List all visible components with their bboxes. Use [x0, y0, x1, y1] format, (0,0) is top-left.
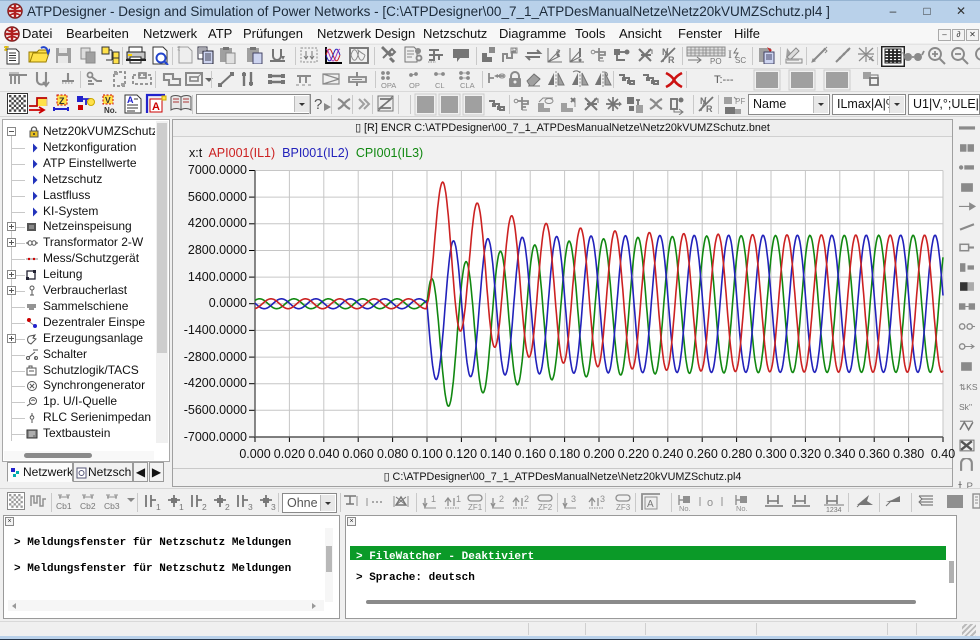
svg-text:R: R: [706, 104, 713, 113]
svg-text:OP: OP: [409, 81, 420, 90]
svg-text:1: 1: [456, 494, 461, 504]
svg-text:Z: Z: [59, 96, 65, 106]
svg-text:A: A: [127, 95, 134, 105]
svg-text:⇅KS: ⇅KS: [959, 382, 978, 392]
svg-text:V: V: [105, 95, 111, 105]
svg-text:1234: 1234: [826, 507, 842, 512]
svg-text:PQ: PQ: [710, 57, 722, 64]
svg-text:2: 2: [202, 502, 207, 512]
svg-text:Cb1: Cb1: [56, 501, 72, 511]
svg-text:Sk": Sk": [959, 402, 972, 412]
svg-text:PF: PF: [735, 97, 745, 106]
svg-text:I: I: [728, 47, 732, 61]
svg-text:No.: No.: [736, 504, 748, 512]
svg-text:ZF2: ZF2: [538, 503, 553, 512]
svg-text:A: A: [647, 499, 654, 510]
svg-text:2: 2: [499, 494, 504, 504]
svg-text:Cb3: Cb3: [104, 501, 120, 511]
svg-text:ZF1: ZF1: [468, 503, 483, 512]
svg-text:3: 3: [248, 502, 253, 512]
svg-text:2: 2: [524, 494, 529, 504]
svg-text:o: o: [707, 497, 713, 509]
svg-text:2: 2: [225, 502, 230, 512]
svg-text:CLA: CLA: [460, 81, 475, 90]
svg-text:CL: CL: [435, 81, 445, 90]
svg-text:No.: No.: [104, 106, 117, 115]
svg-text:1: 1: [179, 502, 184, 512]
svg-text:SC: SC: [735, 56, 746, 64]
svg-text:?: ?: [314, 96, 322, 113]
svg-text:3: 3: [271, 502, 276, 512]
svg-text:ZF3: ZF3: [616, 503, 631, 512]
svg-text:3: 3: [600, 494, 605, 504]
svg-text:R: R: [668, 55, 675, 64]
svg-text:P: P: [512, 48, 517, 55]
svg-text:No.: No.: [679, 504, 691, 512]
svg-text:1: 1: [431, 494, 436, 504]
svg-text:3: 3: [571, 494, 576, 504]
svg-text:OPA: OPA: [381, 81, 396, 90]
svg-text:A: A: [152, 101, 160, 113]
svg-text:1: 1: [156, 502, 161, 512]
svg-text:Cb2: Cb2: [80, 501, 96, 511]
